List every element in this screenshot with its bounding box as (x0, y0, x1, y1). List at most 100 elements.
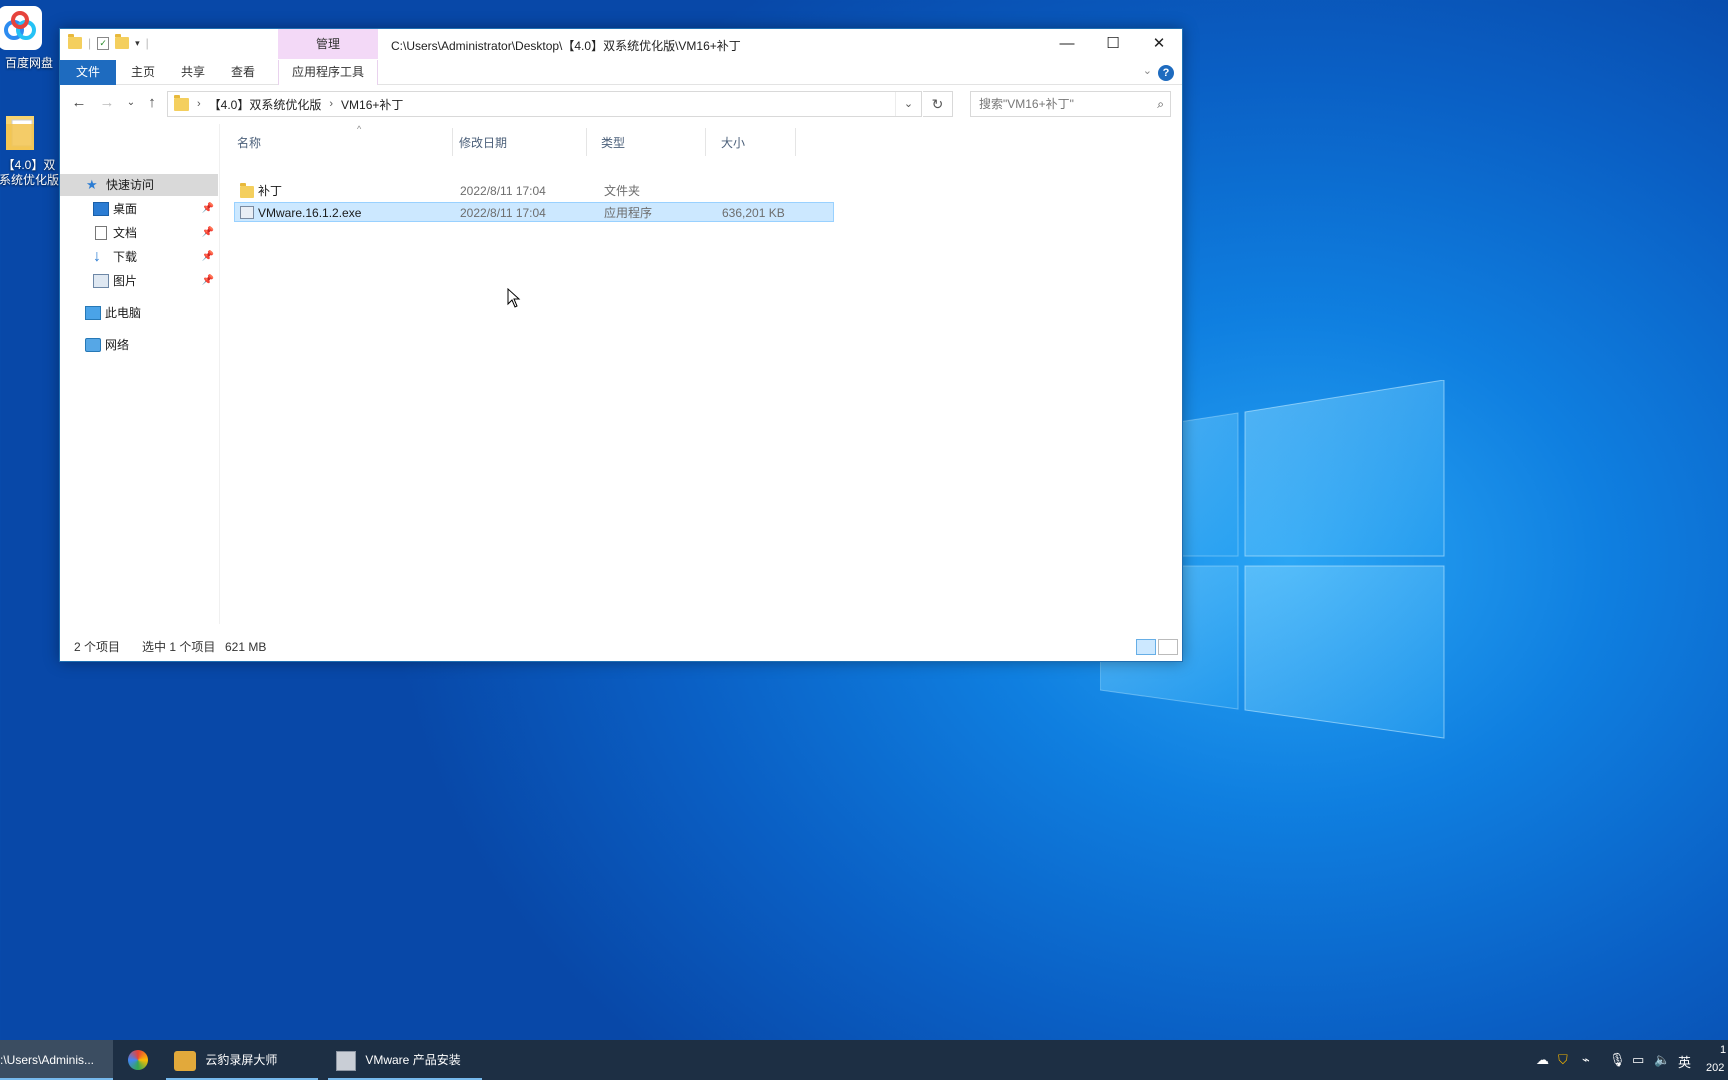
up-arrow-icon[interactable]: ↑ (142, 94, 162, 111)
file-list: ^ 名称 修改日期 类型 大小 补丁 2022/8/11 17:04 文件夹 V… (221, 124, 1182, 624)
forward-arrow-icon[interactable]: → (97, 94, 117, 111)
nav-item-network[interactable]: 网络 (60, 334, 218, 356)
desktop-icon-baidu-netdisk[interactable]: 百度网盘 (0, 6, 60, 71)
address-dropdown-icon[interactable]: ⌄ (895, 92, 921, 116)
row-date: 2022/8/11 17:04 (460, 184, 546, 198)
breadcrumb-chevron-icon[interactable]: › (197, 98, 201, 110)
desktop-icon (93, 202, 109, 216)
manage-context-tab[interactable]: 管理 (278, 29, 378, 59)
nav-item-pictures[interactable]: 图片 📌 (60, 270, 218, 292)
taskbar-item-screen-recorder[interactable]: 云豹录屏大师 (166, 1040, 318, 1080)
pin-icon[interactable]: 📌 (202, 246, 214, 268)
taskbar-item-label: VMware 产品安装 (365, 1053, 461, 1067)
column-header-date[interactable]: 修改日期 (459, 134, 507, 151)
ime-indicator[interactable]: 英 (1678, 1052, 1691, 1071)
folder-icon (0, 110, 42, 154)
large-icons-view-icon[interactable] (1158, 639, 1178, 655)
desktop-icon-label: 百度网盘 (4, 56, 53, 70)
customize-toolbar-icon[interactable]: ▾ (135, 38, 140, 49)
nav-item-documents[interactable]: 文档 📌 (60, 222, 218, 244)
column-header-type[interactable]: 类型 (601, 134, 625, 151)
nav-item-downloads[interactable]: ↓ 下载 📌 (60, 246, 218, 268)
recent-locations-chevron-icon[interactable]: ⌄ (121, 97, 141, 108)
row-date: 2022/8/11 17:04 (460, 206, 546, 220)
folder-icon (68, 34, 82, 49)
nav-item-label: 图片 (113, 274, 138, 288)
taskbar-item-label: :\Users\Adminis... (0, 1053, 95, 1067)
search-input[interactable]: 搜索"VM16+补丁" ⌕ (970, 91, 1171, 117)
ribbon-tabs: 文件 主页 共享 查看 应用程序工具 ⌄ ? (60, 60, 1182, 85)
status-selected-size: 621 MB (225, 640, 267, 654)
desktop-icon-folder[interactable]: 【4.0】双系统优化版 (0, 110, 60, 188)
navigation-bar: ← → ⌄ ↑ › 【4.0】双系统优化版 › VM16+补丁 ⌄ ↻ 搜索"V… (60, 86, 1182, 122)
back-arrow-icon[interactable]: ← (69, 94, 89, 111)
separator-icon: | (88, 36, 92, 50)
baidu-netdisk-icon (0, 6, 42, 50)
column-divider[interactable] (795, 128, 796, 156)
pin-icon[interactable]: 📌 (202, 198, 214, 220)
title-bar: | ✓ ▾ | 管理 C:\Users\Administrator\Deskto… (60, 29, 1182, 60)
row-name: VMware.16.1.2.exe (258, 206, 362, 220)
sort-chevron-icon: ^ (357, 124, 362, 134)
minimize-button[interactable]: — (1044, 29, 1090, 59)
computer-icon (85, 306, 101, 320)
clock-time[interactable]: 1 (1720, 1044, 1726, 1056)
table-row[interactable]: 补丁 2022/8/11 17:04 文件夹 (234, 181, 834, 201)
column-header-name[interactable]: 名称 (237, 134, 261, 151)
pictures-icon (93, 274, 109, 288)
table-row[interactable]: VMware.16.1.2.exe 2022/8/11 17:04 应用程序 6… (234, 202, 834, 222)
address-bar[interactable]: › 【4.0】双系统优化版 › VM16+补丁 ⌄ (167, 91, 922, 117)
column-divider[interactable] (452, 128, 453, 156)
tab-application-tools[interactable]: 应用程序工具 (278, 60, 378, 85)
folder-icon (240, 183, 254, 198)
network-tray-icon[interactable]: ⌁ (1582, 1052, 1590, 1068)
expand-ribbon-icon[interactable]: ⌄ (1143, 64, 1152, 77)
baidu-tray-icon[interactable]: ☁ (1536, 1052, 1549, 1068)
vmware-exe-icon (240, 206, 254, 219)
breadcrumb-item[interactable]: VM16+补丁 (341, 96, 403, 113)
tab-share[interactable]: 共享 (170, 60, 216, 85)
close-button[interactable]: ✕ (1136, 29, 1182, 59)
microphone-icon[interactable]: 🎙 (1609, 1052, 1626, 1068)
pin-icon[interactable]: 📌 (202, 222, 214, 244)
taskbar-item-label: 云豹录屏大师 (205, 1053, 278, 1067)
status-selected-count: 选中 1 个项目 (142, 640, 216, 654)
nav-item-label: 网络 (105, 338, 130, 352)
tab-view[interactable]: 查看 (220, 60, 266, 85)
column-divider[interactable] (586, 128, 587, 156)
column-header-size[interactable]: 大小 (721, 134, 745, 151)
volume-icon[interactable]: 🔈 (1654, 1052, 1670, 1068)
shield-icon[interactable]: ⛉ (1558, 1052, 1568, 1068)
breadcrumb-item[interactable]: 【4.0】双系统优化版 (209, 96, 322, 113)
tab-file[interactable]: 文件 (60, 60, 116, 85)
breadcrumb-chevron-icon[interactable]: › (329, 98, 333, 110)
quick-access-toolbar: | ✓ ▾ | (68, 34, 149, 50)
pin-icon[interactable]: 📌 (202, 270, 214, 292)
installer-icon (336, 1050, 356, 1071)
nav-item-label: 下载 (113, 250, 138, 264)
status-bar: 2 个项目 选中 1 个项目 621 MB (60, 633, 1182, 661)
maximize-button[interactable]: ☐ (1090, 29, 1136, 59)
taskbar-item-vmware-installer[interactable]: VMware 产品安装 (328, 1040, 482, 1080)
properties-icon[interactable]: ✓ (97, 36, 110, 50)
row-size: 636,201 KB (722, 206, 785, 220)
document-icon (95, 226, 107, 240)
clock-date[interactable]: 202 (1706, 1062, 1724, 1074)
taskbar-item-explorer[interactable]: :\Users\Adminis... (0, 1040, 113, 1080)
desktop-icon-label: 【4.0】双系统优化版 (0, 158, 59, 187)
column-divider[interactable] (705, 128, 706, 156)
mouse-cursor-icon (507, 288, 521, 308)
network-icon[interactable]: ▭ (1632, 1052, 1644, 1068)
help-icon[interactable]: ? (1158, 65, 1174, 81)
row-name: 补丁 (258, 184, 283, 198)
tab-home[interactable]: 主页 (120, 60, 166, 85)
nav-item-this-pc[interactable]: 此电脑 (60, 302, 218, 324)
navigation-pane: ★ 快速访问 桌面 📌 文档 📌 ↓ 下载 📌 图片 📌 此电脑 网络 (60, 124, 220, 624)
nav-item-desktop[interactable]: 桌面 📌 (60, 198, 218, 220)
new-folder-icon[interactable] (115, 34, 130, 49)
refresh-button[interactable]: ↻ (923, 91, 953, 117)
nav-item-quick-access[interactable]: ★ 快速访问 (60, 174, 218, 196)
taskbar-item-browser[interactable] (120, 1040, 160, 1080)
network-icon (85, 338, 101, 352)
details-view-icon[interactable] (1136, 639, 1156, 655)
